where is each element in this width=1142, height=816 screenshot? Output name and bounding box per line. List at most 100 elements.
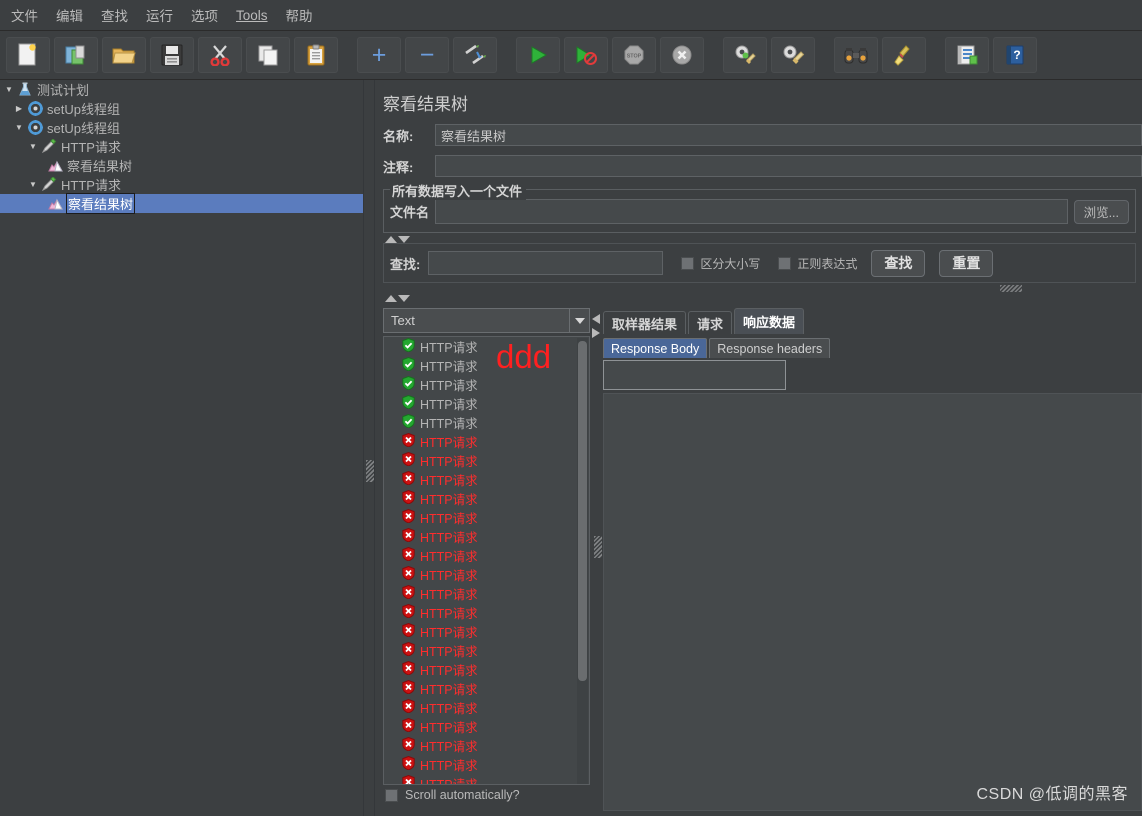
clear-button[interactable] [723, 37, 767, 73]
list-item[interactable]: HTTP请求 [384, 356, 589, 375]
split-grip-icon[interactable] [594, 536, 602, 558]
scroll-automatically-checkbox[interactable] [385, 788, 398, 802]
list-item[interactable]: HTTP请求 [384, 660, 589, 679]
list-item[interactable]: HTTP请求 [384, 736, 589, 755]
list-item[interactable]: HTTP请求 [384, 432, 589, 451]
new-button[interactable] [6, 37, 50, 73]
search-grip-icon[interactable] [1000, 285, 1022, 292]
save-button[interactable] [150, 37, 194, 73]
tab-response-data[interactable]: 响应数据 [734, 308, 805, 334]
copy-button[interactable] [246, 37, 290, 73]
tab-request[interactable]: 请求 [688, 311, 733, 334]
name-input[interactable] [435, 124, 1142, 146]
reset-button[interactable]: 重置 [939, 249, 994, 277]
collapse-up-icon[interactable] [385, 236, 397, 243]
collapse-down-icon[interactable] [398, 295, 410, 302]
tab-sampler-result[interactable]: 取样器结果 [603, 311, 687, 334]
list-item[interactable]: HTTP请求 [384, 375, 589, 394]
chevron-down-icon[interactable]: ▼ [12, 123, 26, 132]
collapse-down-icon[interactable] [398, 236, 410, 243]
test-plan-tree[interactable]: ▼ 测试计划 ▶ setUp线程组 ▼ setUp线程组 ▼ HTTP请求 察看… [0, 80, 363, 816]
list-item[interactable]: HTTP请求 [384, 679, 589, 698]
tree-node-http-request-1[interactable]: ▼ HTTP请求 [0, 137, 363, 156]
chevron-right-icon[interactable]: ▶ [12, 104, 26, 113]
chevron-down-icon[interactable]: ▼ [26, 142, 40, 151]
list-item[interactable]: HTTP请求 [384, 717, 589, 736]
cut-button[interactable] [198, 37, 242, 73]
find-button[interactable]: 查找 [871, 249, 926, 277]
results-tree-list[interactable]: HTTP请求 HTTP请求 HTTP请求 HTTP请求 HTTP请求 HTTP请… [383, 336, 590, 785]
clear-all-button[interactable] [771, 37, 815, 73]
start-no-pauses-button[interactable] [564, 37, 608, 73]
browse-button[interactable]: 浏览... [1073, 199, 1129, 224]
list-item[interactable]: HTTP请求 [384, 527, 589, 546]
filename-input[interactable] [435, 199, 1068, 224]
collapse-right-icon[interactable] [592, 328, 600, 338]
chevron-down-icon[interactable]: ▼ [26, 180, 40, 189]
subtab-label: Response Body [611, 341, 700, 356]
collapse-button[interactable]: − [405, 37, 449, 73]
shutdown-button[interactable] [660, 37, 704, 73]
subtab-response-body[interactable]: Response Body [603, 338, 708, 358]
list-item[interactable]: HTTP请求 [384, 565, 589, 584]
list-item[interactable]: HTTP请求 [384, 413, 589, 432]
main-split-divider[interactable] [363, 80, 375, 816]
tree-node-test-plan[interactable]: ▼ 测试计划 [0, 80, 363, 99]
stop-button[interactable]: STOP [612, 37, 656, 73]
renderer-select[interactable]: Text [383, 308, 590, 333]
tree-node-setup-thread-group-2[interactable]: ▼ setUp线程组 [0, 118, 363, 137]
tree-node-view-results-tree-1[interactable]: 察看结果树 [0, 156, 363, 175]
open-button[interactable] [102, 37, 146, 73]
menu-item-run[interactable]: 运行 [137, 1, 182, 29]
menu-item-file[interactable]: 文件 [2, 1, 47, 29]
list-item[interactable]: HTTP请求 [384, 622, 589, 641]
list-item[interactable]: HTTP请求 [384, 451, 589, 470]
list-item[interactable]: HTTP请求 [384, 470, 589, 489]
results-split-divider[interactable] [591, 308, 603, 816]
chevron-down-icon[interactable]: ▼ [2, 85, 16, 94]
search-input[interactable] [428, 251, 664, 275]
list-item[interactable]: HTTP请求 [384, 394, 589, 413]
help-button[interactable]: ? [993, 37, 1037, 73]
split-grip-icon[interactable] [366, 460, 374, 482]
reset-search-button[interactable] [882, 37, 926, 73]
regex-checkbox[interactable] [778, 256, 792, 270]
list-item[interactable]: HTTP请求 [384, 755, 589, 774]
menu-item-search[interactable]: 查找 [92, 1, 137, 29]
results-scrollbar-thumb[interactable] [578, 341, 587, 681]
menu-item-help[interactable]: 帮助 [277, 1, 322, 29]
expand-button[interactable]: + [357, 37, 401, 73]
file-section-collapse-controls[interactable] [375, 233, 1142, 243]
search-button[interactable] [834, 37, 878, 73]
list-item[interactable]: HTTP请求 [384, 584, 589, 603]
list-item[interactable]: HTTP请求 [384, 603, 589, 622]
renderer-select-button[interactable] [569, 309, 589, 332]
menu-item-edit[interactable]: 编辑 [47, 1, 92, 29]
start-button[interactable] [516, 37, 560, 73]
list-item[interactable]: HTTP请求 [384, 546, 589, 565]
comment-input[interactable] [435, 155, 1142, 177]
search-section-collapse-controls[interactable] [375, 292, 1142, 302]
function-helper-button[interactable] [945, 37, 989, 73]
tree-node-setup-thread-group-1[interactable]: ▶ setUp线程组 [0, 99, 363, 118]
case-sensitive-checkbox[interactable] [681, 256, 695, 270]
collapse-up-icon[interactable] [385, 295, 397, 302]
paste-button[interactable] [294, 37, 338, 73]
results-scrollbar[interactable] [577, 338, 588, 784]
subtab-response-headers[interactable]: Response headers [709, 338, 831, 358]
collapse-left-icon[interactable] [592, 314, 600, 324]
response-search-input[interactable] [603, 360, 786, 390]
toggle-button[interactable] [453, 37, 497, 73]
list-item[interactable]: HTTP请求 [384, 698, 589, 717]
list-item[interactable]: HTTP请求 [384, 489, 589, 508]
list-item[interactable]: HTTP请求 [384, 774, 589, 784]
menu-item-tools[interactable]: Tools [227, 4, 277, 27]
response-body-content[interactable] [603, 393, 1142, 811]
list-item[interactable]: HTTP请求 [384, 508, 589, 527]
tree-node-http-request-2[interactable]: ▼ HTTP请求 [0, 175, 363, 194]
list-item[interactable]: HTTP请求 [384, 641, 589, 660]
menu-item-options[interactable]: 选项 [182, 1, 227, 29]
list-item[interactable]: HTTP请求 [384, 337, 589, 356]
templates-button[interactable] [54, 37, 98, 73]
tree-node-view-results-tree-2[interactable]: 察看结果树 [0, 193, 363, 214]
